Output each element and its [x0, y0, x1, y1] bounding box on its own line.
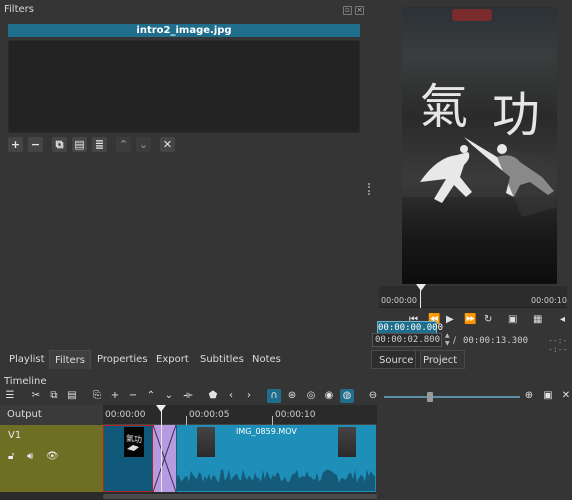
transition[interactable] [152, 424, 177, 493]
copy-icon[interactable]: ⧉ [47, 389, 61, 403]
filters-panel-title: Filters [4, 4, 34, 15]
output-track-label: Output [0, 405, 103, 425]
spin-down-icon[interactable]: ▼ [445, 340, 450, 347]
timeline-menu-icon[interactable]: ☰ [3, 389, 17, 403]
clip-main-thumbnail-end [338, 427, 356, 457]
float-panel-icon[interactable]: ▫ [343, 6, 352, 15]
track-name: V1 [8, 430, 22, 441]
timeline-tick-10: 00:00:10 [275, 410, 316, 420]
loop-icon[interactable]: ↻ [484, 314, 492, 325]
fast-forward-icon[interactable]: ⏩ [464, 314, 476, 325]
add-filter-button[interactable]: + [8, 137, 23, 152]
position-timecode-value: 00:00:02.800 [375, 335, 441, 345]
zoom-slider-handle[interactable] [427, 392, 433, 402]
tab-subtitles[interactable]: Subtitles [195, 350, 249, 369]
zoom-out-icon[interactable]: ⊖ [366, 389, 380, 403]
ruler-start-label: 00:00:00 [381, 296, 417, 305]
thumb-char-qi: 氣 [126, 433, 134, 443]
remove-icon[interactable]: − [126, 389, 140, 403]
zoom-in-icon[interactable]: ⊕ [522, 389, 536, 403]
lock-icon[interactable]: 🔓︎ [8, 451, 14, 462]
position-timecode-field[interactable]: 00:00:02.800 [372, 333, 442, 347]
previous-marker-icon[interactable]: ‹ [224, 389, 238, 403]
zoom-icon[interactable]: ▣ [508, 314, 517, 325]
tab-source[interactable]: Source [371, 350, 422, 369]
timeline-playhead[interactable] [161, 405, 162, 500]
tab-project[interactable]: Project [415, 350, 466, 369]
thumb-char-gong: 功 [134, 434, 142, 444]
ripple-icon[interactable]: ◎ [304, 389, 318, 403]
timeline-scrollbar[interactable] [103, 494, 377, 499]
filter-list-header: intro2_image.jpg [8, 24, 360, 37]
clip-main-thumbnail-start [197, 427, 215, 457]
spin-up-icon[interactable]: ▲ [445, 332, 450, 339]
ripple-all-icon[interactable]: ◉ [322, 389, 336, 403]
snap-icon[interactable]: ∩ [267, 389, 281, 403]
tab-export[interactable]: Export [151, 350, 194, 369]
next-marker-icon[interactable]: › [242, 389, 256, 403]
duration-timecode: 00:00:13.300 [463, 336, 529, 346]
clip-intro-thumbnail: 氣 功 [124, 427, 144, 457]
remove-filter-button[interactable]: − [28, 137, 43, 152]
play-icon[interactable]: ▶ [446, 314, 454, 325]
overlay-char-qi: 氣 [420, 79, 469, 135]
tab-notes[interactable]: Notes [247, 350, 286, 369]
ripple-markers-icon[interactable]: ◍ [340, 389, 354, 403]
preview-ruler[interactable]: 00:00:00 00:00:10 [379, 286, 567, 308]
timeline-close-icon[interactable]: ✕ [559, 389, 572, 403]
paste-icon[interactable]: ▤ [65, 389, 79, 403]
timecode-separator: / [453, 336, 457, 346]
filter-list[interactable] [8, 40, 360, 133]
save-preset-button[interactable]: ≣ [92, 137, 107, 152]
preview-playhead-handle[interactable] [416, 284, 426, 291]
tab-properties[interactable]: Properties [92, 350, 153, 369]
scrub-icon[interactable]: ⊛ [285, 389, 299, 403]
ruler-end-label: 00:00:10 [531, 296, 567, 305]
mute-icon[interactable]: 🔊︎ [27, 451, 33, 462]
move-filter-down-button[interactable]: ⌄ [136, 137, 151, 152]
cut-icon[interactable]: ✂ [29, 389, 43, 403]
audio-waveform [177, 469, 375, 491]
zoom-slider[interactable] [384, 396, 520, 398]
timeline-tick-5: 00:00:05 [189, 410, 230, 420]
marker-icon[interactable]: ⬟ [206, 389, 220, 403]
add-icon[interactable]: + [108, 389, 122, 403]
append-icon[interactable]: ⎘ [90, 389, 104, 403]
move-filter-up-button[interactable]: ⌃ [116, 137, 131, 152]
close-panel-icon[interactable]: × [355, 6, 364, 15]
tab-playlist[interactable]: Playlist [4, 350, 50, 369]
lift-icon[interactable]: ⌃ [144, 389, 158, 403]
timeline-playhead-handle[interactable] [156, 405, 166, 412]
in-out-timecode: --:--:-- [548, 336, 568, 354]
video-preview[interactable]: 氣 功 [402, 7, 557, 284]
overwrite-icon[interactable]: ⌄ [162, 389, 176, 403]
grid-icon[interactable]: ▦ [533, 314, 542, 325]
split-icon[interactable]: ⟛ [181, 389, 195, 403]
timeline-tick-0: 00:00:00 [105, 410, 146, 420]
preview-figures [420, 137, 557, 217]
zoom-fit-icon[interactable]: ▣ [541, 389, 555, 403]
overlay-char-gong: 功 [492, 87, 541, 143]
tab-filters[interactable]: Filters [49, 350, 91, 369]
deselect-filter-button[interactable]: ✕ [160, 137, 175, 152]
copy-filters-button[interactable]: ⧉ [52, 137, 67, 152]
paste-filters-button[interactable]: ▤ [72, 137, 87, 152]
hide-icon[interactable]: 👁︎ [46, 451, 59, 462]
clip-main-name: IMG_0859.MOV [236, 427, 297, 436]
timeline-panel-title: Timeline [4, 376, 47, 387]
splitter-handle[interactable] [368, 183, 370, 195]
volume-icon[interactable]: ◂ [560, 314, 565, 325]
